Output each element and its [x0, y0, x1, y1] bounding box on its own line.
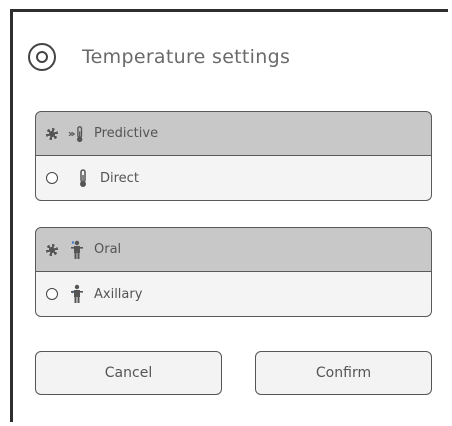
option-oral[interactable]: Oral [35, 227, 432, 272]
option-predictive[interactable]: Predictive [35, 111, 432, 156]
option-label: Predictive [94, 126, 159, 141]
radio-axillary[interactable] [46, 288, 58, 300]
axillary-person-icon [68, 284, 86, 304]
dialog-header: Temperature settings [28, 40, 290, 74]
measurement-site-group: Oral Axillary [35, 227, 432, 317]
option-label: Axillary [94, 286, 143, 302]
radio-direct[interactable] [46, 172, 58, 184]
measurement-mode-group: Predictive Direct [35, 111, 432, 201]
option-axillary[interactable]: Axillary [35, 272, 432, 317]
radio-oral[interactable] [46, 243, 58, 256]
option-direct[interactable]: Direct [35, 156, 432, 201]
option-label: Oral [94, 242, 122, 257]
thermometer-icon [74, 168, 92, 188]
cancel-button[interactable]: Cancel [35, 351, 222, 395]
radio-predictive[interactable] [46, 127, 58, 140]
confirm-button[interactable]: Confirm [255, 351, 432, 395]
radio-target-icon [28, 43, 56, 71]
predictive-thermometer-icon [68, 124, 86, 144]
option-label: Direct [100, 170, 139, 186]
dialog-title: Temperature settings [82, 46, 291, 68]
oral-person-icon [68, 240, 86, 260]
